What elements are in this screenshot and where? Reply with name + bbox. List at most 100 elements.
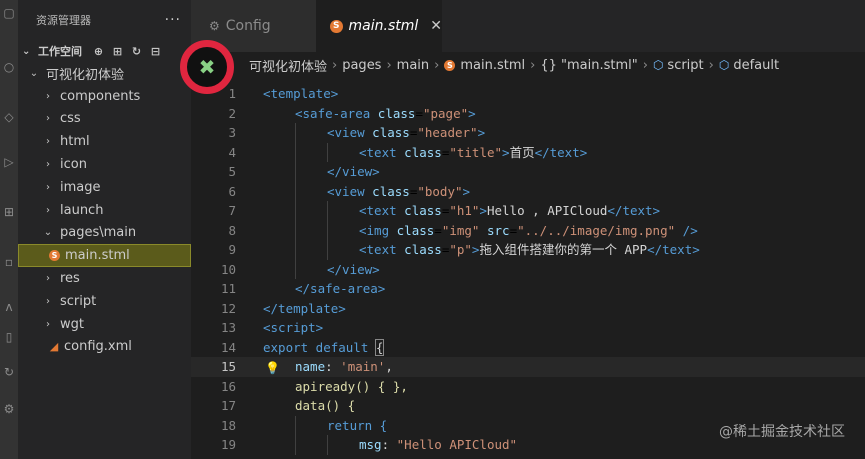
tree-folder[interactable]: › css	[18, 108, 191, 131]
tree-folder[interactable]: › script	[18, 290, 191, 313]
workspace-row[interactable]: ⌄ 工作空间 ⊕ ⊞ ↻ ⊟	[18, 40, 191, 62]
tree-item-label: res	[60, 271, 80, 287]
line-number: 11	[220, 281, 236, 296]
code-token: "page"	[422, 105, 469, 121]
chevron-right-icon: ›	[434, 57, 440, 73]
tab-main-stml[interactable]: S main.stml ✕	[316, 0, 442, 52]
more-actions-icon[interactable]: ···	[165, 12, 181, 28]
code-line[interactable]: 10 </view>	[191, 259, 865, 279]
breadcrumb-item[interactable]: main.stml	[460, 58, 525, 73]
breadcrumb-item[interactable]: main	[397, 58, 429, 73]
chevron-right-icon: ›	[46, 159, 50, 171]
files-icon[interactable]: ▢	[2, 6, 16, 20]
code-token: <safe-area	[295, 105, 371, 121]
refresh-icon[interactable]: ↻	[130, 45, 143, 58]
search-icon[interactable]: ○	[2, 60, 16, 74]
line-number: 9	[228, 242, 236, 257]
code-token: <view	[327, 125, 365, 140]
tree-folder[interactable]: › image	[18, 176, 191, 199]
code-token: class	[372, 125, 410, 140]
code-line[interactable]: 11 </safe-area>	[191, 279, 865, 299]
chevron-right-icon: ›	[46, 295, 50, 307]
breadcrumb-item[interactable]: 可视化初体验	[249, 56, 327, 75]
code-line[interactable]: 1 <template>	[191, 84, 865, 104]
project-row[interactable]: ⌄ 可视化初体验	[18, 62, 191, 85]
line-number: 4	[228, 144, 236, 160]
line-number: 14	[220, 339, 236, 355]
breadcrumb-item[interactable]: {} "main.stml"	[540, 58, 637, 73]
settings-icon[interactable]: ⚙	[2, 402, 16, 416]
tree-folder[interactable]: › icon	[18, 153, 191, 176]
close-icon[interactable]: ✕	[430, 18, 442, 34]
code-token: apiready() { },	[295, 378, 408, 394]
code-token: class	[404, 144, 442, 160]
tree-folder[interactable]: › res	[18, 267, 191, 290]
code-token: class	[396, 222, 435, 238]
extensions-icon[interactable]: ⊞	[2, 205, 16, 219]
tree-item-label: css	[60, 111, 81, 127]
chevron-right-icon: ›	[46, 204, 50, 216]
run-icon[interactable]: ▷	[2, 155, 16, 169]
loop-icon[interactable]: ↻	[2, 365, 16, 379]
code-line[interactable]: 4 <text class="title">首页</text>	[191, 142, 865, 162]
tree-folder[interactable]: › components	[18, 85, 191, 108]
code-token: Hello , APICloud	[486, 203, 608, 218]
tree-folder[interactable]: › launch	[18, 199, 191, 222]
tree-file[interactable]: ◢ config.xml	[18, 336, 191, 359]
line-number: 5	[228, 164, 236, 179]
code-token: </safe-area>	[295, 281, 386, 296]
chevron-down-icon: ⌄	[22, 45, 31, 57]
tree-item-label: main.stml	[65, 248, 130, 264]
code-line[interactable]: 17 data() {	[191, 396, 865, 416]
breadcrumb-item[interactable]: default	[733, 58, 779, 73]
line-number: 10	[220, 261, 236, 277]
code-line[interactable]: 12 </template>	[191, 299, 865, 319]
line-number: 2	[228, 105, 236, 121]
stml-file-icon: S	[49, 250, 60, 262]
code-line[interactable]: 7 <text class="h1">Hello , APICloud</text…	[191, 201, 865, 221]
chevron-right-icon: ›	[46, 181, 50, 193]
chevron-down-icon: ⌄	[43, 227, 53, 239]
code-line[interactable]: 16 apiready() { },	[191, 377, 865, 397]
visual-editor-icon[interactable]: ✖	[199, 55, 216, 79]
device-icon[interactable]: ▫	[2, 255, 16, 269]
tree-folder[interactable]: ⌄ pages\main	[18, 222, 191, 245]
code-token: class	[372, 183, 410, 199]
tree-file[interactable]: Smain.stml	[18, 244, 191, 268]
code-line[interactable]: 8 <img class="img" src="../../image/img.p…	[191, 220, 865, 240]
tree-folder[interactable]: › wgt	[18, 313, 191, 336]
module-icon: ⬡	[718, 58, 730, 72]
breadcrumb-item[interactable]: pages	[342, 58, 381, 73]
source-control-icon[interactable]: ◇	[2, 110, 16, 124]
code-token: name	[295, 359, 326, 374]
code-line[interactable]: 3 <view class="header">	[191, 123, 865, 143]
breadcrumb-item[interactable]: script	[667, 58, 703, 73]
code-line[interactable]: 9 <text class="p">拖入组件搭建你的第一个 APP</text>	[191, 240, 865, 260]
line-number: 13	[220, 320, 236, 335]
new-folder-icon[interactable]: ⊞	[111, 45, 124, 58]
chevron-right-icon: ›	[386, 57, 392, 73]
code-editor[interactable]: 1 <template> 2 <safe-area class="page"> 3 <…	[191, 84, 865, 459]
collapse-all-icon[interactable]: ⊟	[149, 45, 162, 58]
explorer-title: 资源管理器	[36, 14, 91, 27]
code-line-current[interactable]: 15 💡 name: 'main',	[191, 357, 865, 377]
breadcrumb: 可视化初体验 › pages › main › S main.stml › {}…	[191, 52, 865, 78]
code-line[interactable]: 13 <script>	[191, 318, 865, 338]
tab-label: main.stml	[348, 18, 419, 34]
code-line[interactable]: 14 export default {	[191, 338, 865, 358]
stml-file-icon: S	[330, 19, 343, 33]
code-line[interactable]: 2 <safe-area class="page">	[191, 104, 865, 124]
line-number: 7	[228, 203, 236, 218]
stml-file-icon: S	[444, 59, 456, 71]
phone-icon[interactable]: ▯	[2, 330, 16, 344]
explorer-sidebar: 资源管理器 ··· ⌄ 工作空间 ⊕ ⊞ ↻ ⊟ ⌄ 可视化初体验 › compo…	[18, 0, 191, 459]
new-file-icon[interactable]: ⊕	[92, 45, 105, 58]
tree-folder[interactable]: › html	[18, 130, 191, 153]
xml-file-icon: ◢	[49, 340, 59, 354]
code-line[interactable]: 6 <view class="body">	[191, 181, 865, 201]
code-token: <script>	[263, 320, 324, 335]
debug-icon[interactable]: ᴧ	[2, 300, 16, 314]
code-line[interactable]: 5 </view>	[191, 162, 865, 182]
code-token: return {	[327, 417, 388, 433]
tree-item-label: wgt	[60, 316, 84, 332]
